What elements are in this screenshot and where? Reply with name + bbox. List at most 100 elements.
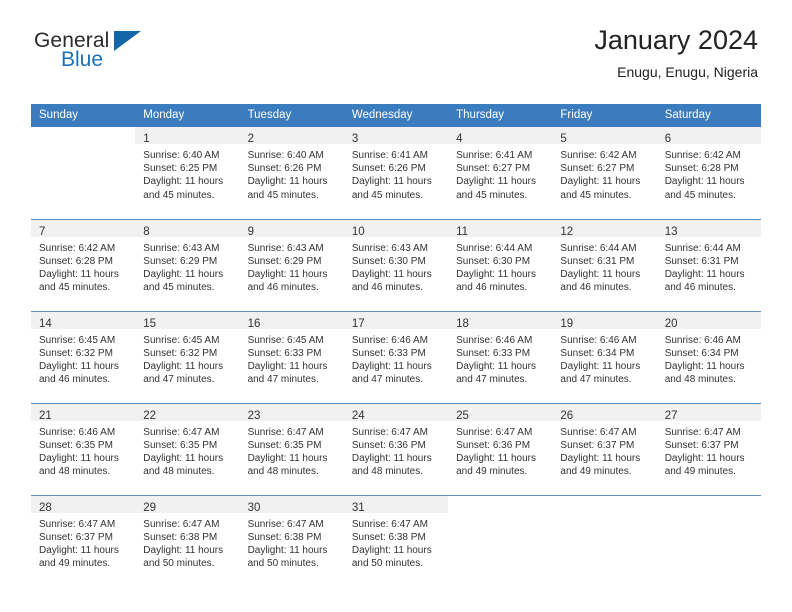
daylight-text-line2: and 47 minutes. [351,374,424,386]
daylight-text-line2: and 50 minutes. [351,558,424,570]
sunrise-text: Sunrise: 6:42 AM [560,150,637,161]
calendar-day-cell[interactable]: 27 Sunrise: 6:47 AM Sunset: 6:37 PM Dayligh… [656,402,761,495]
sunset-text: Sunset: 6:32 PM [39,347,113,359]
calendar-day-cell[interactable]: 6 Sunrise: 6:42 AM Sunset: 6:28 PM Daylight… [656,127,761,219]
daylight-text-line2: and 46 minutes. [351,282,424,294]
sunrise-text: Sunrise: 6:41 AM [351,150,428,161]
sunrise-text: Sunrise: 6:44 AM [560,242,637,254]
day-box [656,495,761,587]
day-number-band: 30 [239,495,344,514]
calendar-day-cell[interactable]: 24 Sunrise: 6:47 AM Sunset: 6:36 PM Dayligh… [343,402,449,495]
sunrise-text: Sunrise: 6:47 AM [456,426,533,438]
sunrise-text: Sunrise: 6:44 AM [456,242,533,254]
calendar-page: General Blue January 2024 Enugu, Enugu, … [0,0,792,612]
calendar-day-cell[interactable]: 14 Sunrise: 6:45 AM Sunset: 6:32 PM Dayligh… [31,310,136,403]
daylight-text-line1: Daylight: 11 hours [247,544,328,556]
daylight-text-line2: and 45 minutes. [39,282,111,294]
day-number-band: 29 [135,495,240,514]
day-number-band: 13 [656,219,761,238]
calendar-day-cell[interactable]: 23 Sunrise: 6:47 AM Sunset: 6:35 PM Dayligh… [239,402,344,495]
day-number-band [448,496,552,513]
calendar-day-cell[interactable]: 22 Sunrise: 6:47 AM Sunset: 6:35 PM Dayligh… [135,402,240,495]
calendar-day-cell[interactable]: 2 Sunrise: 6:40 AM Sunset: 6:26 PM Daylight… [239,127,344,219]
calendar-day-cell[interactable]: 13 Sunrise: 6:44 AM Sunset: 6:31 PM Dayligh… [656,218,761,311]
day-number-band: 7 [31,219,136,238]
calendar-day-cell[interactable]: 31 Sunrise: 6:47 AM Sunset: 6:38 PM Dayligh… [343,494,449,587]
page-subtitle: Enugu, Enugu, Nigeria [617,64,758,80]
sunset-text: Sunset: 6:34 PM [664,347,739,359]
calendar-day-cell[interactable]: 7 Sunrise: 6:42 AM Sunset: 6:28 PM Daylight… [31,218,136,311]
calendar-day-cell[interactable]: 29 Sunrise: 6:47 AM Sunset: 6:38 PM Dayligh… [135,494,240,587]
sunset-text: Sunset: 6:33 PM [456,347,531,359]
sunrise-text: Sunrise: 6:45 AM [39,334,116,346]
calendar-day-cell[interactable]: 8 Sunrise: 6:43 AM Sunset: 6:29 PM Daylight… [135,218,240,311]
day-number: 19 [560,317,574,330]
sunrise-text: Sunrise: 6:47 AM [351,426,428,438]
sunrise-text: Sunrise: 6:46 AM [560,334,637,346]
daylight-text-line1: Daylight: 11 hours [39,452,119,464]
calendar-day-cell[interactable]: 3 Sunrise: 6:41 AM Sunset: 6:26 PM Daylight… [343,127,449,219]
day-number-band: 17 [343,311,449,330]
calendar-day-cell[interactable]: 5 Sunrise: 6:42 AM Sunset: 6:27 PM Daylight… [552,127,657,219]
weekday-header-wednesday: Wednesday [343,104,449,127]
daylight-text-line2: and 45 minutes. [247,189,319,201]
calendar-day-cell[interactable]: 4 Sunrise: 6:41 AM Sunset: 6:27 PM Daylight… [448,127,553,219]
daylight-text-line1: Daylight: 11 hours [560,176,641,188]
daylight-text-line2: and 49 minutes. [456,466,528,478]
calendar-empty-cell [448,494,553,587]
day-details: Sunrise: 6:47 AM Sunset: 6:37 PM Daylight:… [657,421,761,479]
page-title: January 2024 [594,25,758,55]
sunset-text: Sunset: 6:35 PM [143,439,218,451]
calendar-day-cell[interactable]: 30 Sunrise: 6:47 AM Sunset: 6:38 PM Dayligh… [239,494,344,587]
calendar-day-cell[interactable]: 28 Sunrise: 6:47 AM Sunset: 6:37 PM Dayligh… [31,494,136,587]
calendar-day-cell[interactable]: 16 Sunrise: 6:45 AM Sunset: 6:33 PM Dayligh… [239,310,344,403]
sunrise-text: Sunrise: 6:43 AM [143,242,220,254]
calendar-day-cell[interactable]: 20 Sunrise: 6:46 AM Sunset: 6:34 PM Dayligh… [656,310,761,403]
calendar-day-cell[interactable]: 21 Sunrise: 6:46 AM Sunset: 6:35 PM Dayligh… [31,402,136,495]
sunrise-text: Sunrise: 6:47 AM [143,518,220,530]
calendar-day-cell[interactable]: 11 Sunrise: 6:44 AM Sunset: 6:30 PM Dayligh… [448,218,553,311]
day-number: 14 [39,317,52,330]
day-details: Sunrise: 6:43 AM Sunset: 6:29 PM Daylight:… [240,237,344,295]
daylight-text-line1: Daylight: 11 hours [247,176,328,188]
sunrise-text: Sunrise: 6:47 AM [39,518,116,530]
calendar-day-cell[interactable]: 19 Sunrise: 6:46 AM Sunset: 6:34 PM Dayligh… [552,310,657,403]
sunset-text: Sunset: 6:34 PM [560,347,635,359]
sunset-text: Sunset: 6:37 PM [39,531,113,543]
day-number-band: 20 [656,311,761,330]
day-details: Sunrise: 6:44 AM Sunset: 6:31 PM Daylight:… [657,237,761,295]
day-box: 13 Sunrise: 6:44 AM Sunset: 6:31 PM Dayligh… [656,219,761,311]
calendar-day-cell[interactable]: 25 Sunrise: 6:47 AM Sunset: 6:36 PM Dayligh… [448,402,553,495]
day-number-band [657,496,761,513]
calendar-day-cell[interactable]: 26 Sunrise: 6:47 AM Sunset: 6:37 PM Dayligh… [552,402,657,495]
calendar-day-cell[interactable]: 10 Sunrise: 6:43 AM Sunset: 6:30 PM Dayligh… [343,218,449,311]
day-box: 20 Sunrise: 6:46 AM Sunset: 6:34 PM Dayligh… [656,311,761,403]
day-number: 5 [560,133,567,145]
calendar-day-cell[interactable]: 1 Sunrise: 6:40 AM Sunset: 6:25 PM Daylight… [135,127,240,219]
day-number: 28 [39,501,52,514]
daylight-text-line1: Daylight: 11 hours [39,544,119,556]
day-number-band: 15 [135,311,240,330]
day-details: Sunrise: 6:47 AM Sunset: 6:36 PM Daylight:… [344,421,448,479]
day-number: 18 [456,317,469,330]
calendar-day-cell[interactable]: 15 Sunrise: 6:45 AM Sunset: 6:32 PM Dayligh… [135,310,240,403]
calendar-day-cell[interactable]: 9 Sunrise: 6:43 AM Sunset: 6:29 PM Daylight… [239,218,344,311]
day-number: 3 [351,133,359,145]
calendar-day-cell[interactable]: 18 Sunrise: 6:46 AM Sunset: 6:33 PM Dayligh… [448,310,553,403]
day-details: Sunrise: 6:42 AM Sunset: 6:28 PM Daylight:… [657,144,761,202]
day-box: 14 Sunrise: 6:45 AM Sunset: 6:32 PM Dayligh… [31,311,136,403]
calendar-empty-cell [552,494,657,587]
sunset-text: Sunset: 6:30 PM [456,255,531,267]
day-number: 7 [39,225,46,238]
day-details: Sunrise: 6:43 AM Sunset: 6:29 PM Daylight:… [135,237,239,295]
day-details: Sunrise: 6:46 AM Sunset: 6:33 PM Daylight:… [344,329,448,387]
sunset-text: Sunset: 6:28 PM [39,255,113,267]
brand-logo[interactable]: General Blue [34,30,184,82]
calendar-day-cell[interactable]: 17 Sunrise: 6:46 AM Sunset: 6:33 PM Dayligh… [343,310,449,403]
sunrise-text: Sunrise: 6:42 AM [39,242,116,254]
calendar-week-row: 7 Sunrise: 6:42 AM Sunset: 6:28 PM Daylight… [31,218,761,311]
sunset-text: Sunset: 6:26 PM [351,163,426,175]
calendar-day-cell[interactable]: 12 Sunrise: 6:44 AM Sunset: 6:31 PM Dayligh… [552,218,657,311]
day-box: 7 Sunrise: 6:42 AM Sunset: 6:28 PM Daylight… [31,219,136,311]
weekday-header-thursday: Thursday [448,104,553,127]
